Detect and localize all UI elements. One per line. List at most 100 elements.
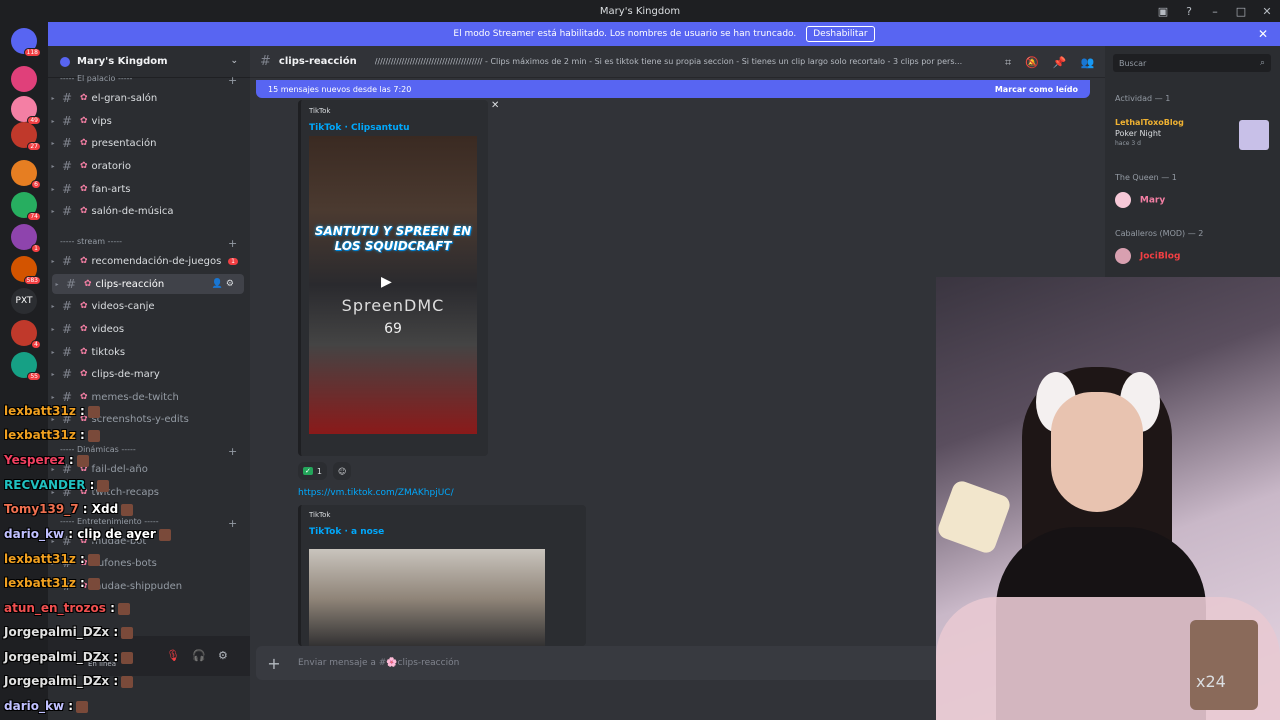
search-input[interactable]: Buscar ⌕ xyxy=(1113,54,1271,72)
server-icon[interactable]: PXT xyxy=(11,288,37,314)
channel-item[interactable]: ▸ # ✿ clips-de-mary xyxy=(48,364,250,384)
activity-section-label: Actividad — 1 xyxy=(1115,94,1171,103)
channel-item[interactable]: ▸ # ✿ tiktoks xyxy=(48,342,250,362)
server-icon[interactable]: 27 xyxy=(11,122,41,151)
emote-overlay xyxy=(1190,620,1258,710)
activity-game: Poker Night xyxy=(1115,129,1162,138)
server-icon[interactable]: 4 xyxy=(11,320,41,349)
chat-message: : xyxy=(113,674,119,688)
chat-message: : xyxy=(80,552,85,566)
flower-icon: ✿ xyxy=(80,347,88,357)
unread-badge: 27 xyxy=(27,142,41,151)
video-side xyxy=(309,549,545,649)
channel-name: fan-arts xyxy=(91,183,131,195)
add-channel-icon[interactable]: + xyxy=(228,74,237,87)
chat-message: : xyxy=(113,650,119,664)
collapse-arrow-icon: ▸ xyxy=(51,325,55,333)
channel-item[interactable]: ▸ # ✿ oratorio xyxy=(48,156,250,176)
server-icon[interactable]: 118 xyxy=(11,28,41,57)
maximize-button[interactable]: □ xyxy=(1228,5,1254,18)
pin-icon[interactable]: 📌 xyxy=(1053,56,1067,70)
server-icon[interactable] xyxy=(11,66,37,92)
video-thumbnail[interactable]: SANTUTU Y SPREEN EN LOS SQUIDCRAFT ▶ Spr… xyxy=(309,136,477,434)
inbox-icon[interactable]: ▣ xyxy=(1150,5,1176,18)
channel-item[interactable]: ▸ # ✿ clips-reacción 👤 ⚙ xyxy=(52,274,244,294)
channel-name: videos-canje xyxy=(91,300,155,312)
channel-settings-icons[interactable]: 👤 ⚙ xyxy=(212,279,234,289)
chat-line: lexbatt31z : xyxy=(4,576,100,590)
server-icon[interactable]: 74 xyxy=(11,192,41,221)
add-channel-icon[interactable]: + xyxy=(228,445,237,458)
collapse-arrow-icon: ▸ xyxy=(51,370,55,378)
disable-streamer-button[interactable]: Deshabilitar xyxy=(806,26,875,42)
video-overlay-text: SpreenDMC xyxy=(341,296,445,315)
window-title: Mary's Kingdom xyxy=(599,5,681,17)
server-icon[interactable]: 6 xyxy=(11,160,41,189)
new-messages-bar[interactable]: 15 mensajes nuevos desde las 7:20 Marcar… xyxy=(256,80,1090,98)
server-icon[interactable]: 55 xyxy=(11,352,41,381)
member-mary[interactable]: Mary xyxy=(1115,192,1165,208)
threads-icon[interactable]: ⌗ xyxy=(1005,56,1011,70)
upload-plus-icon[interactable]: + xyxy=(256,654,292,673)
chevron-down-icon[interactable]: ⌄ xyxy=(230,56,238,66)
chat-message: : Xdd xyxy=(82,502,119,516)
category-stream[interactable]: ----- stream ----- + xyxy=(60,237,237,250)
collapse-arrow-icon: ▸ xyxy=(51,302,55,310)
reaction-check[interactable]: ✓ 1 xyxy=(298,462,327,480)
channel-topic[interactable]: ////////////////////////////////////////… xyxy=(375,57,965,66)
channel-item[interactable]: ▸ # ✿ vips xyxy=(48,111,250,131)
category-entretenimiento[interactable]: ----- Entretenimiento ----- + xyxy=(60,517,237,530)
channel-name: presentación xyxy=(91,137,157,149)
channel-item[interactable]: ▸ # ✿ fan-arts xyxy=(48,179,250,199)
search-placeholder: Buscar xyxy=(1119,58,1147,68)
play-icon[interactable]: ▶ xyxy=(381,274,392,290)
embed-title[interactable]: TikTok · a nose xyxy=(309,527,384,537)
channel-item[interactable]: ▸ # ✿ videos-canje xyxy=(48,296,250,316)
hash-icon: # xyxy=(66,277,77,291)
flower-icon: ✿ xyxy=(80,93,88,103)
embed-provider: TikTok xyxy=(309,107,331,115)
channel-item[interactable]: ▸ # ✿ recomendación-de-juegos 1 xyxy=(48,251,250,271)
unread-badge: 118 xyxy=(23,48,41,57)
mark-as-read-button[interactable]: Marcar como leído xyxy=(995,85,1078,94)
channel-item[interactable]: ▸ # ✿ videos xyxy=(48,319,250,339)
member-jociblog[interactable]: JociBlog xyxy=(1115,248,1180,264)
help-icon[interactable]: ? xyxy=(1176,5,1202,18)
chat-line: dario_kw : xyxy=(4,699,89,713)
server-icon[interactable]: 1 xyxy=(11,224,41,253)
close-icon[interactable]: ✕ xyxy=(1258,27,1268,41)
channel-header: # clips-reacción ///////////////////////… xyxy=(250,46,1105,78)
member-name: Mary xyxy=(1139,195,1166,206)
guild-name: Mary's Kingdom xyxy=(77,56,168,67)
remove-embed-icon[interactable]: ✕ xyxy=(491,100,499,111)
window-controls: ▣ ? – □ ✕ xyxy=(1150,0,1280,22)
chat-message: : xyxy=(80,428,85,442)
server-icon[interactable]: 583 xyxy=(11,256,41,285)
chat-username: lexbatt31z xyxy=(4,428,76,442)
activity-card[interactable]: LethalToxoBlog Poker Night hace 3 d xyxy=(1115,118,1184,147)
avatar xyxy=(1115,248,1131,264)
channel-item[interactable]: ▸ # ✿ presentación xyxy=(48,133,250,153)
members-icon[interactable]: 👥 xyxy=(1081,56,1095,70)
check-icon: ✓ xyxy=(303,467,313,475)
chat-username: dario_kw xyxy=(4,699,65,713)
close-button[interactable]: ✕ xyxy=(1254,5,1280,18)
embed-title[interactable]: TikTok · Clipsantutu xyxy=(309,123,409,133)
minimize-button[interactable]: – xyxy=(1202,5,1228,18)
mute-mic-icon[interactable]: 🎙 xyxy=(166,649,180,662)
gear-icon[interactable]: ⚙ xyxy=(218,649,228,662)
server-icon[interactable]: 49 xyxy=(11,96,41,125)
collapse-arrow-icon: ▸ xyxy=(51,348,55,356)
add-channel-icon[interactable]: + xyxy=(228,517,237,530)
notification-bell-icon[interactable]: 🔕 xyxy=(1025,56,1039,70)
collapse-arrow-icon: ▸ xyxy=(51,393,55,401)
channel-item[interactable]: ▸ # ✿ el-gran-salón xyxy=(48,88,250,108)
channel-item[interactable]: ▸ # ✿ salón-de-música xyxy=(48,201,250,221)
category-palacio[interactable]: ----- El palacio ----- + xyxy=(60,74,237,87)
hash-icon: # xyxy=(62,204,73,218)
add-reaction-button[interactable]: ☺ xyxy=(332,462,352,480)
chat-username: Yesperez xyxy=(4,453,65,467)
headphones-icon[interactable]: 🎧 xyxy=(192,649,206,662)
tiktok-link[interactable]: https://vm.tiktok.com/ZMAKhpjUC/ xyxy=(298,488,454,498)
add-channel-icon[interactable]: + xyxy=(228,237,237,250)
